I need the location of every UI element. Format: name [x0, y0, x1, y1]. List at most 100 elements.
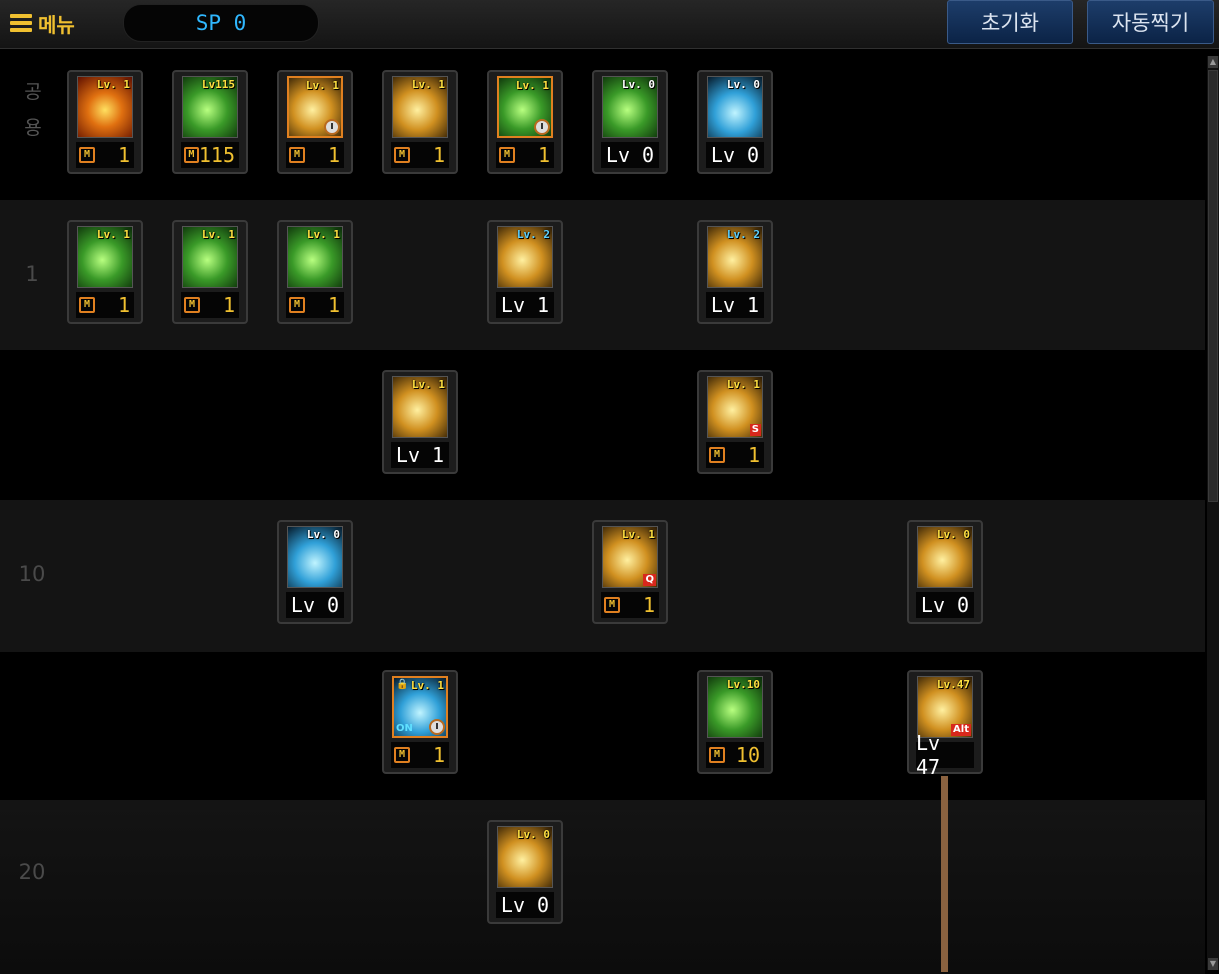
mastery-icon: M — [709, 447, 725, 463]
skill-blue-wings[interactable]: Lv. 0 Lv 0 — [697, 70, 773, 174]
skill-level-number: 1 — [117, 143, 130, 167]
scrollbar[interactable]: ▲ ▼ — [1207, 56, 1219, 970]
skill-level-tag: Lv. 2 — [516, 228, 550, 241]
row-level-20: 20 — [0, 800, 1205, 974]
skill-connector-line — [941, 776, 948, 972]
skill-level-tag: Lv. 1 — [306, 228, 340, 241]
mastery-icon: M — [394, 147, 410, 163]
skill-level-tag: Lv115 — [201, 78, 235, 91]
scroll-down-arrow-icon[interactable]: ▼ — [1208, 958, 1218, 970]
skill-level-number: 1 — [432, 743, 445, 767]
skill-level-tag: Lv. 1 — [411, 378, 445, 391]
skill-level-value: M 115 — [181, 142, 239, 168]
skill-level-value: M1 — [391, 142, 449, 168]
skill-blue-explosion[interactable]: Lv. 1 🔒 ON M 1 — [382, 670, 458, 774]
skill-blue-flame[interactable]: Lv. 0 Lv 0 — [277, 520, 353, 624]
scroll-thumb[interactable] — [1208, 70, 1218, 502]
skill-green-leaf[interactable]: Lv.10 M 10 — [697, 670, 773, 774]
skill-level-number: 10 — [735, 743, 760, 767]
skill-gold-cloud[interactable]: Lv. 0 Lv 0 — [907, 520, 983, 624]
skill-gold-tornado[interactable]: Lv. 2 Lv 1 — [697, 220, 773, 324]
menu-label: 메뉴 — [38, 12, 75, 37]
gold-cloud-icon: Lv. 0 — [917, 526, 973, 588]
skill-gold-spike[interactable]: Lv.47 Alt Lv 47 — [907, 670, 983, 779]
skill-level-value: M1 — [496, 142, 554, 168]
skill-level-tag: Lv. 1 — [410, 679, 444, 692]
skill-level-tag: Lv. 0 — [516, 828, 550, 841]
skill-level-value: Lv 0 — [286, 592, 344, 618]
gold-vortex-icon: Lv. 1 S — [707, 376, 763, 438]
skill-green-hand[interactable]: Lv. 1 M1 — [67, 220, 143, 324]
row-label-1: 1 — [25, 262, 39, 286]
mastery-icon: M — [79, 147, 95, 163]
skill-gold-vortex[interactable]: Lv. 1 S M1 — [697, 370, 773, 474]
skill-gold-duo[interactable]: Lv. 1Q M1 — [592, 520, 668, 624]
menu-button[interactable]: 메뉴 — [10, 8, 75, 38]
skill-level-tag: Lv. 0 — [306, 528, 340, 541]
skill-level-value: Lv 0 — [706, 142, 764, 168]
blue-wings-icon: Lv. 0 — [707, 76, 763, 138]
skill-level-value: M1 — [181, 292, 239, 318]
skill-gold-slide[interactable]: Lv. 1 M1 — [382, 70, 458, 174]
skill-level-value: M1 — [76, 142, 134, 168]
skill-level-tag: Lv. 1 — [726, 378, 760, 391]
skill-level-tag: Lv. 2 — [726, 228, 760, 241]
scroll-up-arrow-icon[interactable]: ▲ — [1208, 56, 1218, 68]
mastery-icon: M — [709, 747, 725, 763]
gold-slide-icon: Lv. 1 — [392, 76, 448, 138]
skill-level-tag: Lv. 0 — [936, 528, 970, 541]
gold-arrows-icon: Lv. 0 — [497, 826, 553, 888]
mastery-icon: M — [604, 597, 620, 613]
mastery-icon: M — [289, 297, 305, 313]
skill-level-number: 115 — [198, 143, 235, 167]
skill-level-value: M1 — [286, 142, 344, 168]
skill-level-value: Lv 1 — [496, 292, 554, 318]
top-bar: 메뉴 SP 0 초기화 자동찍기 — [0, 0, 1219, 49]
skill-level-value: M1 — [76, 292, 134, 318]
row-label-10: 10 — [18, 562, 46, 586]
mastery-icon: M — [499, 147, 515, 163]
green-rush-icon: Lv115 — [182, 76, 238, 138]
hotkey-badge: S — [749, 424, 761, 436]
gold-spike-icon: Lv.47 Alt — [917, 676, 973, 738]
skill-gold-dash[interactable]: Lv. 1 M1 — [277, 70, 353, 174]
skill-gold-wind[interactable]: Lv. 2 Lv 1 — [487, 220, 563, 324]
skill-gold-kick[interactable]: Lv. 1 Lv 1 — [382, 370, 458, 474]
cooldown-clock-icon — [324, 119, 340, 135]
skill-green-target[interactable]: Lv. 0 Lv 0 — [592, 70, 668, 174]
sp-display: SP 0 — [123, 4, 319, 42]
green-hand-icon: Lv. 1 — [77, 226, 133, 288]
skill-level-value: M1 — [601, 592, 659, 618]
gold-duo-icon: Lv. 1 Q — [602, 526, 658, 588]
row-label-common: 공용 — [24, 81, 42, 139]
skill-green-rush[interactable]: Lv115 M 115 — [172, 70, 248, 174]
lock-icon[interactable]: 🔒 — [396, 679, 408, 690]
skill-gold-arrows[interactable]: Lv. 0 Lv 0 — [487, 820, 563, 924]
gold-dash-icon: Lv. 1 — [287, 76, 343, 138]
skill-level-tag: Lv. 0 — [726, 78, 760, 91]
skill-level-tag: Lv. 1 — [96, 228, 130, 241]
skill-green-dash[interactable]: Lv. 1M1 — [487, 70, 563, 174]
blue-flame-icon: Lv. 0 — [287, 526, 343, 588]
skill-fire-burst[interactable]: Lv. 1M1 — [67, 70, 143, 174]
gold-wind-icon: Lv. 2 — [497, 226, 553, 288]
green-leaf-icon: Lv.10 — [707, 676, 763, 738]
skill-level-tag: Lv. 1 — [201, 228, 235, 241]
toggle-on-badge: ON — [396, 723, 413, 734]
mastery-icon: M — [184, 147, 199, 163]
skill-level-value: M1 — [286, 292, 344, 318]
skill-level-tag: Lv. 1 — [411, 78, 445, 91]
reset-button[interactable]: 초기화 — [947, 0, 1073, 44]
green-spark-icon: Lv. 1 — [287, 226, 343, 288]
skill-green-spark[interactable]: Lv. 1 M1 — [277, 220, 353, 324]
green-aura-icon: Lv. 1 — [182, 226, 238, 288]
hamburger-icon — [10, 14, 32, 32]
skill-level-number: 1 — [537, 143, 550, 167]
skill-green-aura[interactable]: Lv. 1 M1 — [172, 220, 248, 324]
skill-level-value: M1 — [706, 442, 764, 468]
skill-level-value: Lv 1 — [706, 292, 764, 318]
skill-level-tag: Lv.10 — [726, 678, 760, 691]
skill-level-value: Lv 0 — [916, 592, 974, 618]
mastery-icon: M — [184, 297, 200, 313]
auto-assign-button[interactable]: 자동찍기 — [1087, 0, 1214, 44]
